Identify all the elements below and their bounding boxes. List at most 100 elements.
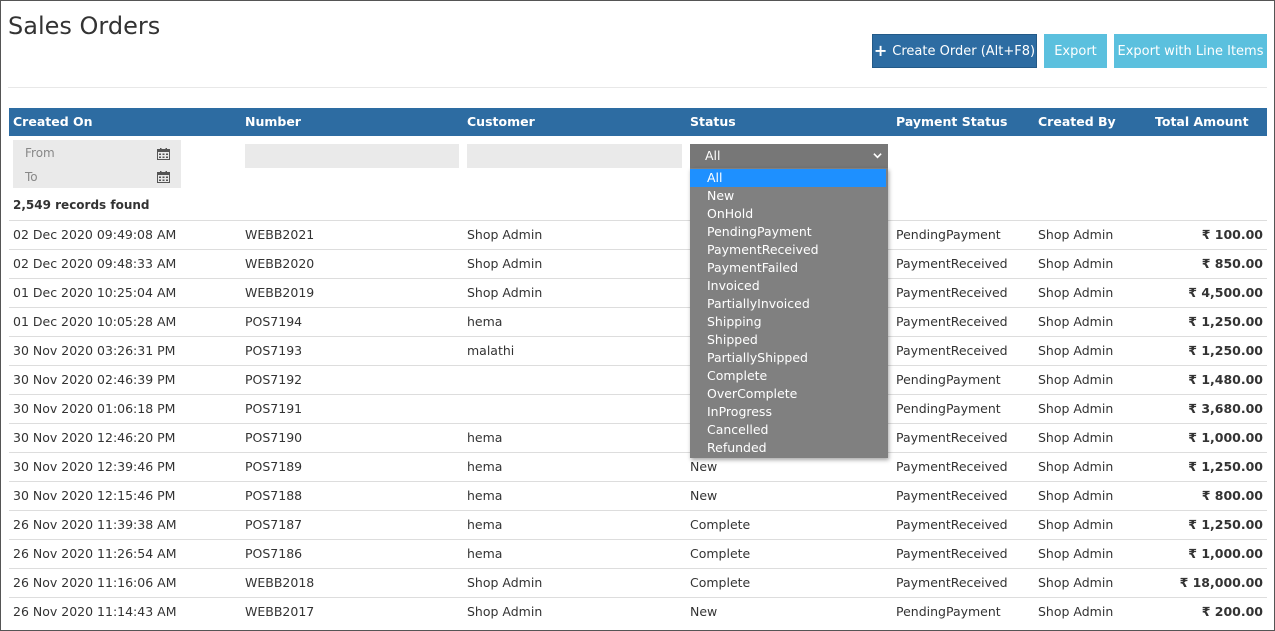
calendar-icon[interactable] — [157, 148, 170, 160]
status-option[interactable]: PendingPayment — [690, 223, 888, 241]
status-filter-select[interactable]: All — [690, 144, 888, 168]
column-header-created-on[interactable]: Created On — [13, 108, 93, 136]
cell-created-by: Shop Admin — [1038, 314, 1114, 329]
cell-created-on: 30 Nov 2020 12:46:20 PM — [13, 430, 176, 445]
cell-payment-status: PaymentReceived — [896, 488, 1008, 503]
cell-created-by: Shop Admin — [1038, 372, 1114, 387]
cell-number[interactable]: POS7191 — [245, 395, 302, 424]
table-row[interactable]: 01 Dec 2020 10:25:04 AM WEBB2019 Shop Admi… — [9, 278, 1267, 307]
page-title: Sales Orders — [8, 12, 161, 40]
table-row[interactable]: 26 Nov 2020 11:14:43 AM WEBB2017 Shop Admi… — [9, 597, 1267, 626]
export-button[interactable]: Export — [1044, 34, 1107, 68]
cell-created-by: Shop Admin — [1038, 401, 1114, 416]
cell-payment-status: PaymentReceived — [896, 314, 1008, 329]
create-order-button[interactable]: + Create Order (Alt+F8) — [872, 34, 1037, 68]
table-row[interactable]: 02 Dec 2020 09:48:33 AM WEBB2020 Shop Admi… — [9, 249, 1267, 278]
cell-total-amount: ₹ 1,250.00 — [1188, 517, 1263, 532]
cell-created-by: Shop Admin — [1038, 285, 1114, 300]
records-count: 2,549 records found — [13, 198, 150, 212]
column-header-status[interactable]: Status — [690, 108, 736, 136]
cell-number[interactable]: WEBB2020 — [245, 250, 314, 279]
cell-number[interactable]: POS7193 — [245, 337, 302, 366]
cell-total-amount: ₹ 1,480.00 — [1188, 372, 1263, 387]
cell-created-on: 30 Nov 2020 01:06:18 PM — [13, 401, 176, 416]
cell-number[interactable]: POS7189 — [245, 453, 302, 482]
column-header-customer[interactable]: Customer — [467, 108, 535, 136]
cell-customer: Shop Admin — [467, 604, 543, 619]
export-line-items-button[interactable]: Export with Line Items — [1114, 34, 1267, 68]
status-option[interactable]: Shipping — [690, 313, 888, 331]
table-row[interactable]: 30 Nov 2020 12:15:46 PM POS7188 hema New Pay… — [9, 481, 1267, 510]
calendar-icon[interactable] — [157, 171, 170, 183]
status-option[interactable]: New — [690, 187, 888, 205]
cell-customer: Shop Admin — [467, 285, 543, 300]
table-row[interactable]: 30 Nov 2020 01:06:18 PM POS7191 PendingPay… — [9, 394, 1267, 423]
status-option[interactable]: Cancelled — [690, 421, 888, 439]
status-option[interactable]: PaymentFailed — [690, 259, 888, 277]
table-row[interactable]: 30 Nov 2020 02:46:39 PM POS7192 PendingPay… — [9, 365, 1267, 394]
to-date-input[interactable]: To — [25, 170, 38, 184]
status-option[interactable]: InProgress — [690, 403, 888, 421]
cell-created-by: Shop Admin — [1038, 227, 1114, 242]
cell-created-on: 26 Nov 2020 11:39:38 AM — [13, 517, 177, 532]
cell-total-amount: ₹ 800.00 — [1201, 488, 1263, 503]
table-row[interactable]: 26 Nov 2020 11:39:38 AM POS7187 hema Comple… — [9, 510, 1267, 539]
status-option[interactable]: Shipped — [690, 331, 888, 349]
column-header-number[interactable]: Number — [245, 108, 301, 136]
status-option[interactable]: Complete — [690, 367, 888, 385]
status-dropdown-list: All New OnHold PendingPayment PaymentReceive… — [690, 168, 888, 458]
cell-payment-status: PaymentReceived — [896, 546, 1008, 561]
table-row[interactable]: 30 Nov 2020 03:26:31 PM POS7193 malathi Pay… — [9, 336, 1267, 365]
status-option[interactable]: Invoiced — [690, 277, 888, 295]
column-header-created-by[interactable]: Created By — [1038, 108, 1116, 136]
cell-created-by: Shop Admin — [1038, 604, 1114, 619]
date-range-filter: From To — [13, 140, 181, 188]
status-option[interactable]: PaymentReceived — [690, 241, 888, 259]
cell-number[interactable]: POS7194 — [245, 308, 302, 337]
cell-created-on: 30 Nov 2020 03:26:31 PM — [13, 343, 176, 358]
status-filter-value: All — [705, 148, 721, 163]
table-row[interactable]: 30 Nov 2020 12:46:20 PM POS7190 hema Paymen… — [9, 423, 1267, 452]
cell-created-on: 30 Nov 2020 02:46:39 PM — [13, 372, 176, 387]
cell-created-by: Shop Admin — [1038, 575, 1114, 590]
from-date-input[interactable]: From — [25, 146, 55, 160]
cell-total-amount: ₹ 3,680.00 — [1188, 401, 1263, 416]
cell-number[interactable]: POS7187 — [245, 511, 302, 540]
cell-created-by: Shop Admin — [1038, 517, 1114, 532]
status-option[interactable]: All — [690, 169, 886, 187]
cell-payment-status: PendingPayment — [896, 604, 1001, 619]
cell-number[interactable]: WEBB2017 — [245, 598, 314, 627]
cell-status: Complete — [690, 517, 751, 532]
cell-created-by: Shop Admin — [1038, 546, 1114, 561]
table-row[interactable]: 26 Nov 2020 11:26:54 AM POS7186 hema Comple… — [9, 539, 1267, 568]
column-header-total-amount[interactable]: Total Amount — [1155, 108, 1249, 136]
table-header: Created On Number Customer Status Paymen… — [9, 108, 1267, 136]
cell-customer: hema — [467, 517, 503, 532]
status-option[interactable]: PartiallyInvoiced — [690, 295, 888, 313]
number-filter-input[interactable] — [245, 144, 459, 168]
cell-number[interactable]: POS7188 — [245, 482, 302, 511]
cell-number[interactable]: POS7192 — [245, 366, 302, 395]
table-row[interactable]: 30 Nov 2020 12:39:46 PM POS7189 hema New Pay… — [9, 452, 1267, 481]
cell-payment-status: PaymentReceived — [896, 285, 1008, 300]
cell-payment-status: PaymentReceived — [896, 430, 1008, 445]
cell-number[interactable]: POS7190 — [245, 424, 302, 453]
cell-number[interactable]: WEBB2021 — [245, 221, 314, 250]
cell-number[interactable]: WEBB2018 — [245, 569, 314, 598]
cell-number[interactable]: WEBB2019 — [245, 279, 314, 308]
cell-total-amount: ₹ 200.00 — [1201, 604, 1263, 619]
column-header-payment-status[interactable]: Payment Status — [896, 108, 1007, 136]
cell-payment-status: PendingPayment — [896, 372, 1001, 387]
status-option[interactable]: OverComplete — [690, 385, 888, 403]
cell-payment-status: PendingPayment — [896, 401, 1001, 416]
table-row[interactable]: 26 Nov 2020 11:16:06 AM WEBB2018 Shop Admi… — [9, 568, 1267, 597]
table-row[interactable]: 01 Dec 2020 10:05:28 AM POS7194 hema Paymen… — [9, 307, 1267, 336]
cell-status: Complete — [690, 546, 751, 561]
customer-filter-input[interactable] — [467, 144, 682, 168]
table-row[interactable]: 02 Dec 2020 09:49:08 AM WEBB2021 Shop Admi… — [9, 220, 1267, 249]
status-option[interactable]: PartiallyShipped — [690, 349, 888, 367]
cell-created-on: 01 Dec 2020 10:05:28 AM — [13, 314, 177, 329]
status-option[interactable]: Refunded — [690, 439, 888, 457]
status-option[interactable]: OnHold — [690, 205, 888, 223]
cell-number[interactable]: POS7186 — [245, 540, 302, 569]
